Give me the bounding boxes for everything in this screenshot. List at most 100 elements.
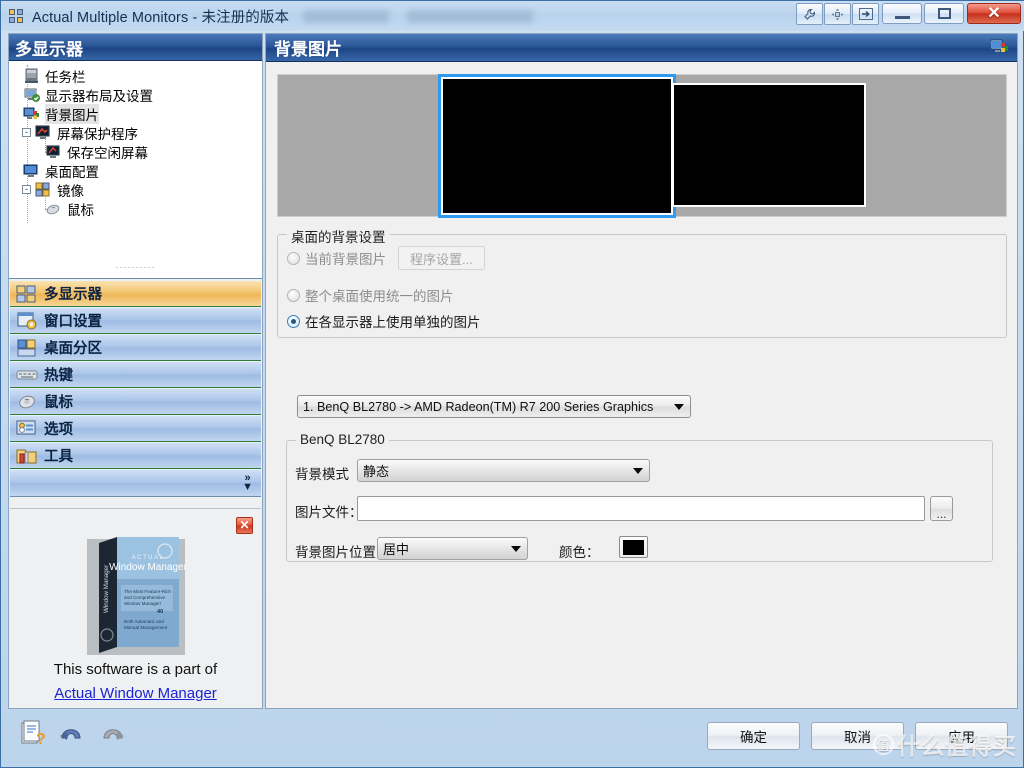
- move-arrows-icon: [831, 8, 844, 20]
- sidebar-item-multi-monitor[interactable]: 多显示器: [10, 280, 261, 307]
- help-icon[interactable]: ?: [18, 720, 46, 748]
- desktop-divider-icon: [16, 338, 38, 358]
- sidebar-item-hotkeys[interactable]: 热键: [10, 361, 261, 388]
- svg-text:The Most Feature-Rich: The Most Feature-Rich: [124, 589, 171, 594]
- page-title: 背景图片: [274, 40, 342, 59]
- sidebar-item-label: 选项: [44, 422, 73, 438]
- color-label: 颜色：: [559, 545, 600, 560]
- sidebar-item-options[interactable]: 选项: [10, 415, 261, 442]
- program-settings-button: 程序设置...: [398, 246, 485, 270]
- tree-expander[interactable]: -: [22, 128, 31, 137]
- cancel-button[interactable]: 取消: [811, 722, 904, 750]
- sidebar-expand-more[interactable]: » ▼: [10, 469, 261, 497]
- monitor-preview-area[interactable]: [277, 74, 1007, 217]
- svg-text:Both Automatic and: Both Automatic and: [124, 619, 164, 624]
- color-chip: [623, 539, 644, 555]
- taskbar-icon: [23, 68, 41, 84]
- radio-per-monitor-wallpaper[interactable]: 在各显示器上使用单独的图片: [287, 311, 481, 331]
- monitor-layout-icon: [23, 87, 41, 103]
- svg-text:and Comprehensive: and Comprehensive: [124, 595, 166, 600]
- browse-file-button[interactable]: ...: [930, 496, 953, 521]
- apply-button[interactable]: 应用: [915, 722, 1008, 750]
- tree-item-taskbar[interactable]: 任务栏: [9, 66, 262, 85]
- promo-caption: This software is a part of: [53, 661, 218, 678]
- minimize-button[interactable]: [882, 3, 922, 24]
- tree-item-screensaver[interactable]: - 屏幕保护程序: [9, 123, 262, 142]
- ok-button[interactable]: 确定: [707, 722, 800, 750]
- hotkeys-icon: [16, 365, 38, 385]
- tree-item-label: 显示器布局及设置: [45, 88, 153, 104]
- tree-item-monitor-layout[interactable]: 显示器布局及设置: [9, 85, 262, 104]
- promo-panel: ✕ ACTUAL Window Manager The Most Feature…: [10, 508, 261, 708]
- image-position-label: 背景图片位置：: [295, 545, 390, 560]
- idle-screen-icon: [45, 144, 63, 160]
- move-window-button[interactable]: [824, 3, 851, 25]
- close-button[interactable]: ✕: [967, 3, 1021, 24]
- sidebar-item-mouse[interactable]: 鼠标: [10, 388, 261, 415]
- settings-tree-panel: 多显示器 任务栏 显示器布局及设置 背景图片 - 屏幕保护程序 保存空闲屏幕 桌…: [9, 34, 262, 279]
- sidebar-item-label: 热键: [44, 368, 73, 384]
- tree-item-label: 镜像: [57, 183, 84, 199]
- tree-item-desktop-profile[interactable]: 桌面配置: [9, 161, 262, 180]
- monitor-select-dropdown[interactable]: 1. BenQ BL2780 -> AMD Radeon(TM) R7 200 …: [297, 395, 691, 418]
- tree-item-mouse[interactable]: 鼠标: [9, 195, 262, 218]
- undo-icon[interactable]: [58, 720, 86, 748]
- tree-item-label: 屏幕保护程序: [57, 126, 138, 142]
- svg-text:?: ?: [36, 731, 46, 748]
- mouse-icon: [45, 201, 63, 217]
- tree-resize-grip[interactable]: ··········: [9, 262, 262, 271]
- panel-header: 背景图片: [266, 34, 1017, 62]
- tree-item-label: 桌面配置: [45, 164, 99, 180]
- radio-current-wallpaper[interactable]: 当前背景图片 程序设置...: [287, 246, 485, 270]
- settings-wrench-button[interactable]: [796, 3, 823, 25]
- redo-icon[interactable]: [98, 720, 126, 748]
- svg-text:Window Manager!: Window Manager!: [124, 601, 161, 606]
- promo-link[interactable]: Actual Window Manager: [10, 685, 261, 702]
- options-icon: [16, 419, 38, 439]
- svg-text:40: 40: [157, 609, 163, 615]
- dialog-buttons: 确定 取消 应用: [707, 722, 1008, 750]
- svg-text:Manual Management: Manual Management: [124, 625, 168, 630]
- svg-text:Window Manager: Window Manager: [109, 562, 185, 573]
- content-panel: 背景图片 桌面的背景设置 当前背景图片 程序设置... 整个桌面使用统一的图片 …: [265, 33, 1018, 709]
- background-color-swatch[interactable]: [619, 536, 648, 558]
- promo-close-button[interactable]: ✕: [236, 517, 253, 534]
- tree-item-save-idle-screen[interactable]: 保存空闲屏幕: [9, 138, 262, 161]
- image-file-label: 图片文件：: [295, 505, 363, 520]
- window-title: Actual Multiple Monitors - 未注册的版本: [32, 9, 290, 26]
- image-position-dropdown[interactable]: 居中: [377, 537, 528, 560]
- radio-indicator: [287, 288, 300, 302]
- sidebar-item-desktop-divider[interactable]: 桌面分区: [10, 334, 261, 361]
- monitor-2-preview[interactable]: [674, 85, 864, 205]
- maximize-button[interactable]: [924, 3, 964, 24]
- tree-expander[interactable]: -: [22, 185, 31, 194]
- svg-text:Window Manager: Window Manager: [103, 565, 110, 613]
- app-window: Actual Multiple Monitors - 未注册的版本 ✕ 多显示器…: [0, 0, 1024, 768]
- sidebar-item-label: 工具: [44, 449, 73, 465]
- close-icon: ✕: [987, 4, 1001, 22]
- tree-item-mirror[interactable]: - 镜像: [9, 180, 262, 199]
- button-label: 确定: [740, 730, 767, 745]
- radio-unified-wallpaper[interactable]: 整个桌面使用统一的图片: [287, 285, 454, 305]
- screensaver-icon: [35, 125, 53, 141]
- send-to-monitor-button[interactable]: [852, 3, 879, 25]
- settings-tree: 任务栏 显示器布局及设置 背景图片 - 屏幕保护程序 保存空闲屏幕 桌面配置 -…: [9, 61, 262, 262]
- button-label: 取消: [844, 730, 871, 745]
- browse-button-label: ...: [936, 507, 947, 521]
- chevron-double-right-icon: » ▼: [242, 472, 253, 493]
- tree-item-wallpaper[interactable]: 背景图片: [9, 103, 262, 124]
- sidebar-item-label: 多显示器: [44, 287, 102, 303]
- chevron-down-icon: [511, 545, 521, 552]
- grip-dots: ··········: [115, 261, 156, 272]
- multi-monitor-icon: [9, 8, 25, 24]
- monitor-1-preview[interactable]: [443, 79, 671, 213]
- wrench-icon: [804, 8, 815, 20]
- group-title: 桌面的背景设置: [287, 226, 390, 246]
- radio-indicator: [287, 314, 300, 328]
- wallpaper-icon: [990, 39, 1009, 56]
- sidebar-item-tools[interactable]: 工具: [10, 442, 261, 469]
- image-file-input[interactable]: [357, 496, 925, 521]
- sidebar-item-window-settings[interactable]: 窗口设置: [10, 307, 261, 334]
- background-mode-dropdown[interactable]: 静态: [357, 459, 650, 482]
- desktop-background-group: 桌面的背景设置 当前背景图片 程序设置... 整个桌面使用统一的图片 在各显示器…: [277, 226, 1007, 338]
